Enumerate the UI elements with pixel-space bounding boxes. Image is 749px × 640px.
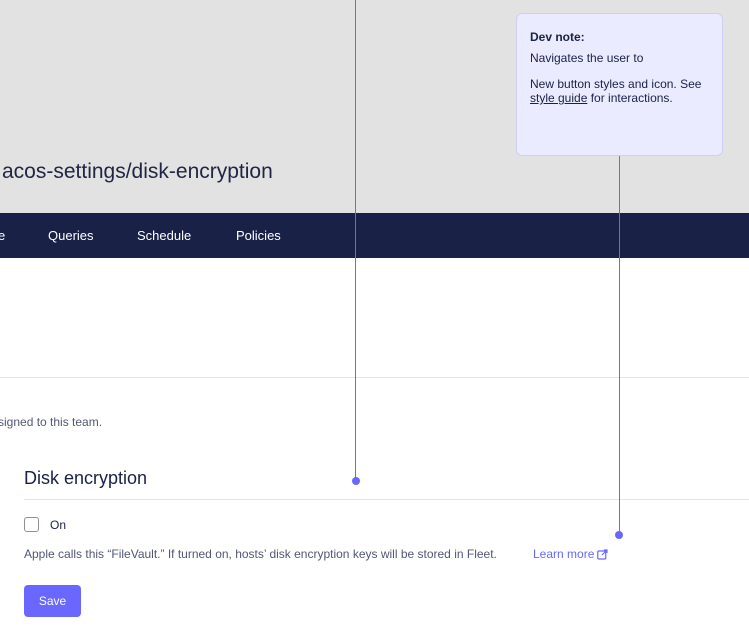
- dev-note-line2-suffix: for interactions.: [590, 91, 673, 105]
- dev-note-line2: New button styles and icon. See style gu…: [530, 77, 709, 105]
- save-button[interactable]: Save: [24, 585, 81, 617]
- annotation-dot-right: [615, 531, 623, 539]
- nav-item-policies[interactable]: Policies: [236, 213, 281, 258]
- section-divider: [24, 499, 749, 500]
- annotation-line-left: [355, 0, 356, 480]
- top-navbar: e Queries Schedule Policies: [0, 213, 749, 258]
- content-divider: [0, 377, 749, 378]
- dev-note-line2-prefix: New button styles and icon. See: [530, 77, 702, 91]
- nav-item-truncated[interactable]: e: [0, 213, 5, 258]
- nav-item-schedule[interactable]: Schedule: [137, 213, 191, 258]
- checkbox-label[interactable]: On: [50, 518, 66, 532]
- dev-note-callout: Dev note: Navigates the user to New butt…: [516, 13, 723, 156]
- style-guide-link[interactable]: style guide: [530, 91, 587, 105]
- team-assignment-text: signed to this team.: [0, 415, 103, 429]
- annotation-line-right: [619, 156, 620, 534]
- external-link-icon: [597, 549, 608, 563]
- learn-more-link[interactable]: Learn more: [533, 547, 608, 563]
- nav-item-queries[interactable]: Queries: [48, 213, 94, 258]
- annotation-dot-left: [352, 477, 360, 485]
- dev-note-title: Dev note:: [530, 30, 585, 44]
- dev-note-line1: Navigates the user to: [530, 51, 644, 65]
- learn-more-label: Learn more: [533, 547, 595, 561]
- section-title: Disk encryption: [24, 468, 148, 488]
- help-text: Apple calls this “FileVault.” If turned …: [24, 547, 497, 561]
- page-url-title: acos-settings/disk-encryption: [2, 160, 273, 183]
- disk-encryption-checkbox[interactable]: [24, 517, 39, 532]
